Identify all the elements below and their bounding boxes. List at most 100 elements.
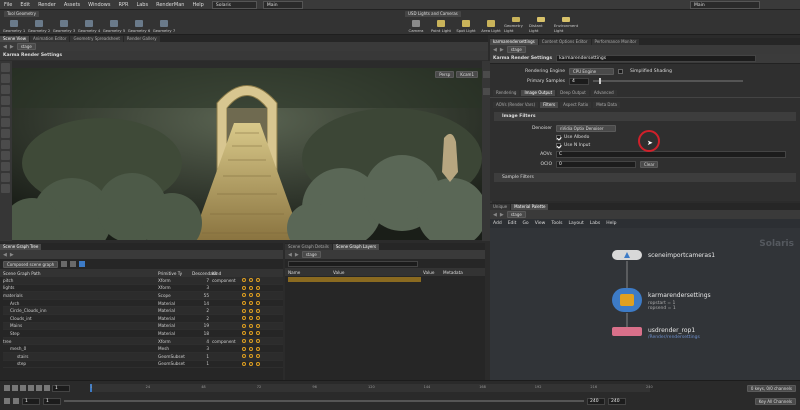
scene-graph-dropdown[interactable]: Composed scene graph xyxy=(3,260,58,268)
loop-icon[interactable] xyxy=(13,398,19,404)
aov-field[interactable]: C xyxy=(556,150,786,158)
menu-render[interactable]: Render xyxy=(34,0,60,10)
visibility-toggle-icon[interactable] xyxy=(249,301,253,306)
denoiser-dropdown[interactable]: nVidia Optix Denoiser xyxy=(556,124,616,132)
tab-filters[interactable]: Filters xyxy=(540,101,559,108)
select-tool-icon[interactable] xyxy=(1,63,10,72)
prev-key-icon[interactable] xyxy=(12,385,18,391)
link-icon[interactable] xyxy=(79,261,85,267)
visibility-toggle-icon[interactable] xyxy=(242,346,246,351)
shelf-tool[interactable]: Geometry 3 xyxy=(52,17,76,33)
visibility-toggle-icon[interactable] xyxy=(256,361,260,366)
visibility-toggle-icon[interactable] xyxy=(256,293,260,298)
start-frame-field-2[interactable]: 1 xyxy=(43,397,61,405)
light-tool-icon[interactable] xyxy=(1,151,10,160)
visibility-toggle-icon[interactable] xyxy=(249,278,253,283)
menu-edit[interactable]: Edit xyxy=(16,0,34,10)
column-type[interactable]: Primitive Ty xyxy=(158,271,192,276)
shelf-tool-spot-light[interactable]: Spot Light xyxy=(454,17,478,33)
visibility-toggle-icon[interactable] xyxy=(256,339,260,344)
shelf-tool-geometry-light[interactable]: Geometry Light xyxy=(504,17,528,33)
visibility-toggle-icon[interactable] xyxy=(249,339,253,344)
visibility-toggle-icon[interactable] xyxy=(249,316,253,321)
tree-row[interactable]: tree Xform 4 component xyxy=(3,337,283,346)
column-value[interactable]: Value xyxy=(333,270,423,275)
keys-channels-button[interactable]: 0 keys, 0/0 channels xyxy=(746,384,796,392)
back-arrow-icon[interactable]: ◀ xyxy=(3,44,7,50)
tab-geometry-spreadsheet[interactable]: Geometry Spreadsheet xyxy=(70,36,123,42)
tree-row[interactable]: mesh_0 Mesh 3 xyxy=(3,345,283,353)
visibility-toggle-icon[interactable] xyxy=(249,361,253,366)
visibility-toggle-icon[interactable] xyxy=(256,331,260,336)
forward-arrow-icon[interactable]: ▶ xyxy=(295,252,299,258)
realtime-icon[interactable] xyxy=(4,398,10,404)
menu-labs[interactable]: Labs xyxy=(132,0,152,10)
start-frame-field[interactable]: 1 xyxy=(22,397,40,405)
visibility-toggle-icon[interactable] xyxy=(242,354,246,359)
tree-row[interactable]: Clouds_int Material 2 xyxy=(3,315,283,323)
menu-help[interactable]: Help xyxy=(188,0,207,10)
tab-scene-graph-details[interactable]: Scene Graph Details xyxy=(285,244,332,250)
snap-tool-icon[interactable] xyxy=(1,140,10,149)
tab-meta-data[interactable]: Meta Data xyxy=(593,101,620,108)
use-albedo-checkbox[interactable] xyxy=(556,134,561,140)
visibility-toggle-icon[interactable] xyxy=(256,354,260,359)
context-dropdown[interactable]: Main xyxy=(262,0,303,9)
end-frame-field[interactable]: 240 xyxy=(587,397,605,405)
details-path[interactable]: stage xyxy=(301,251,321,258)
visibility-toggle-icon[interactable] xyxy=(242,278,246,283)
viewport-path[interactable]: stage xyxy=(16,43,36,50)
handle-tool-icon[interactable] xyxy=(1,107,10,116)
shelf-tool-point-light[interactable]: Point Light xyxy=(429,17,453,33)
tab-performance-monitor[interactable]: Performance Monitor xyxy=(591,39,640,45)
shelf-tool[interactable]: Geometry 7 xyxy=(152,17,176,33)
visibility-toggle-icon[interactable] xyxy=(242,301,246,306)
back-arrow-icon[interactable]: ◀ xyxy=(3,252,7,258)
shelf-tool-environment-light[interactable]: Environment Light xyxy=(554,17,578,33)
forward-arrow-icon[interactable]: ▶ xyxy=(500,47,504,53)
visibility-toggle-icon[interactable] xyxy=(242,331,246,336)
end-frame-field-2[interactable]: 240 xyxy=(608,397,626,405)
selected-layer-row[interactable] xyxy=(288,277,421,282)
tab-content-options[interactable]: Content Options Editor xyxy=(538,39,591,45)
back-arrow-icon[interactable]: ◀ xyxy=(288,252,292,258)
side-tab-metadata[interactable]: Metadata xyxy=(443,270,468,275)
tab-scene-graph-layers[interactable]: Scene Graph Layers xyxy=(332,244,380,250)
tab-karmarendersettings[interactable]: karmarendersettings xyxy=(490,39,538,45)
visibility-toggle-icon[interactable] xyxy=(242,308,246,313)
range-slider[interactable] xyxy=(64,400,584,402)
ocio-field[interactable]: 0 xyxy=(556,160,636,168)
pose-tool-icon[interactable] xyxy=(1,129,10,138)
visibility-toggle-icon[interactable] xyxy=(249,323,253,328)
tree-row[interactable]: Mains Material 19 xyxy=(3,322,283,331)
column-descendant[interactable]: Descendant xyxy=(192,271,217,276)
node-karmarendersettings[interactable]: karmarendersettings ropstart = 1 ropsend… xyxy=(612,288,711,312)
column-name[interactable]: Name xyxy=(288,270,333,275)
param-path[interactable]: stage xyxy=(506,46,526,53)
tree-row[interactable]: lights Xform 3 xyxy=(3,285,283,293)
visibility-toggle-icon[interactable] xyxy=(249,293,253,298)
menu-renderman[interactable]: RenderMan xyxy=(152,0,188,10)
stop-icon[interactable] xyxy=(20,385,26,391)
render-region-icon[interactable] xyxy=(1,173,10,182)
tab-image-output[interactable]: Image Output xyxy=(521,90,556,96)
visibility-toggle-icon[interactable] xyxy=(256,278,260,283)
node-name-field[interactable]: karmarendersettings xyxy=(556,55,757,62)
last-frame-icon[interactable] xyxy=(44,385,50,391)
tab-aspect-ratio[interactable]: Aspect Ratio xyxy=(560,101,592,108)
visibility-toggle-icon[interactable] xyxy=(256,301,260,306)
first-frame-icon[interactable] xyxy=(4,385,10,391)
node-usdrender-rop1[interactable]: usdrender_rop1 /Render/rendersettings xyxy=(612,327,700,340)
camera-menu[interactable]: Kcam1 xyxy=(456,71,478,78)
shelf-tool[interactable]: Geometry 2 xyxy=(27,17,51,33)
display-options-icon[interactable] xyxy=(483,71,490,78)
shelf-tool[interactable]: Geometry 6 xyxy=(127,17,151,33)
forward-arrow-icon[interactable]: ▶ xyxy=(10,44,14,50)
play-icon[interactable] xyxy=(28,385,34,391)
tree-row[interactable]: pitch Xform 7 component xyxy=(3,277,283,285)
visibility-toggle-icon[interactable] xyxy=(242,285,246,290)
shading-icon[interactable] xyxy=(483,88,490,95)
column-kind[interactable]: Kind xyxy=(212,271,242,276)
shelf-tool[interactable]: Geometry 4 xyxy=(77,17,101,33)
tab-rendering[interactable]: Rendering xyxy=(493,90,520,96)
